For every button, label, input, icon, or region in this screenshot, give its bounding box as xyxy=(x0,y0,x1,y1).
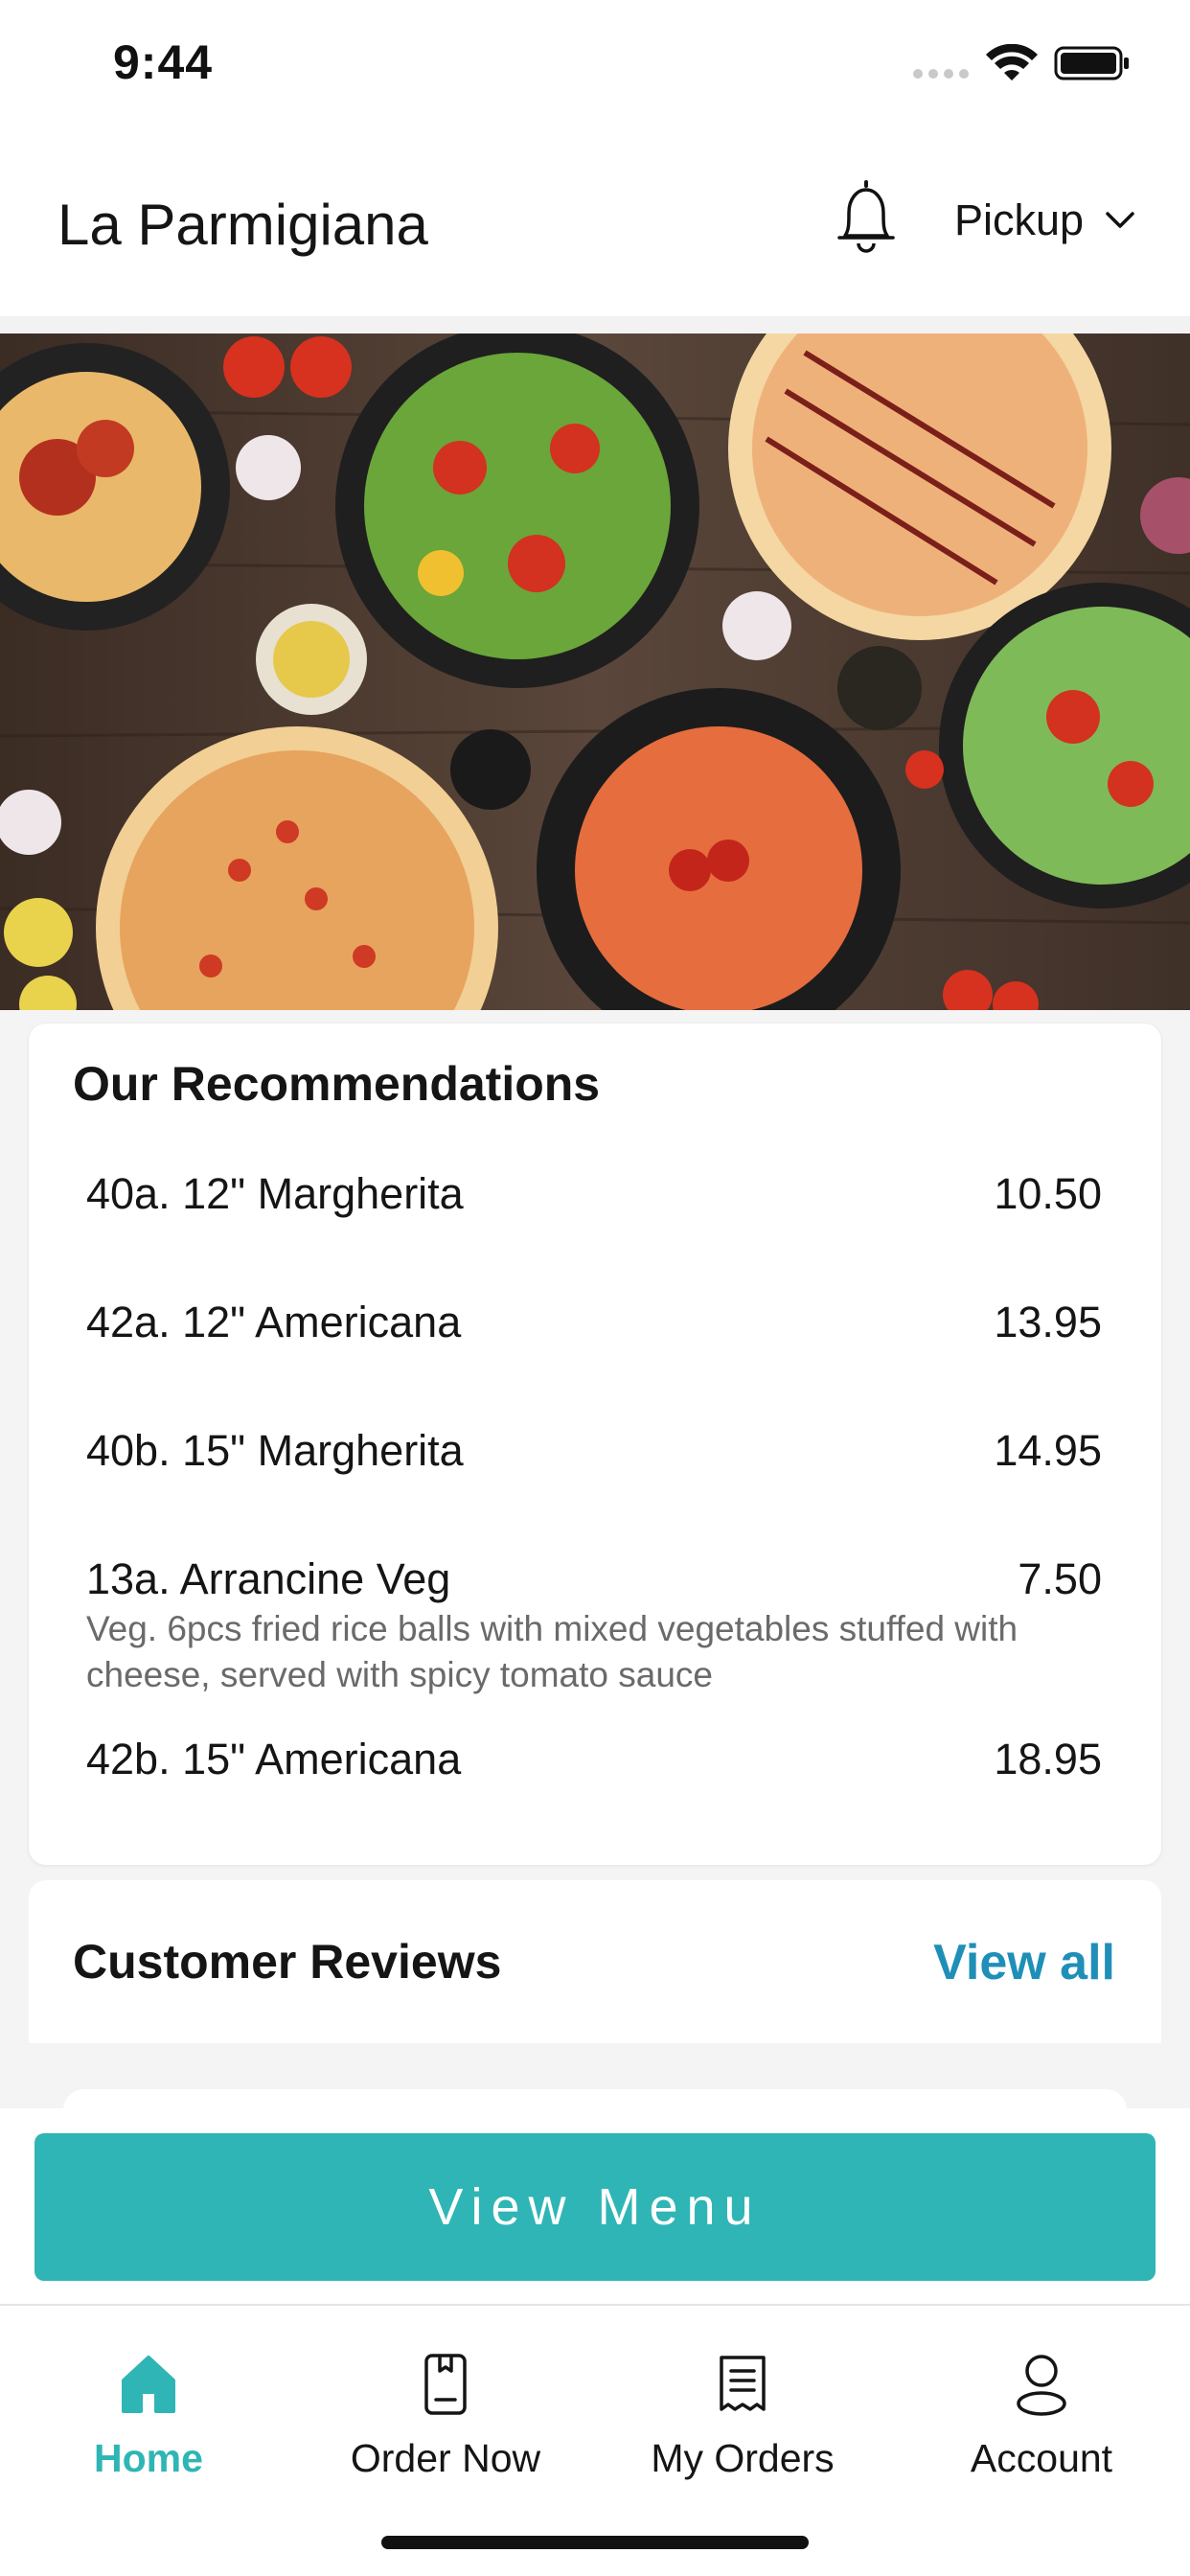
menu-item[interactable]: 40b. 15" Margherita 14.95 xyxy=(86,1426,1102,1484)
view-menu-label: View Menu xyxy=(428,2178,762,2236)
menu-item[interactable]: 40a. 12" Margherita 10.50 xyxy=(86,1169,1102,1227)
nav-item-home[interactable]: Home xyxy=(34,2352,263,2496)
restaurant-title: La Parmigiana xyxy=(57,193,428,257)
wifi-icon xyxy=(986,44,1038,80)
chevron-down-icon xyxy=(1106,212,1134,228)
menu-item[interactable]: 42b. 15" Americana 18.95 xyxy=(86,1735,1102,1792)
menu-item-name: 42b. 15" Americana xyxy=(86,1735,462,1783)
cta-area: View Menu xyxy=(0,2108,1190,2304)
menu-item-name: 13a. Arrancine Veg xyxy=(86,1554,451,1603)
menu-item-price: 7.50 xyxy=(1018,1554,1102,1603)
order-mode-dropdown[interactable]: Pickup xyxy=(954,196,1135,245)
battery-icon xyxy=(1054,46,1129,80)
header-divider xyxy=(0,316,1190,334)
view-all-reviews-link[interactable]: View all xyxy=(933,1934,1115,1991)
customer-reviews-card: Customer Reviews View all xyxy=(29,1880,1161,2043)
reviews-title: Customer Reviews xyxy=(73,1935,502,1989)
menu-item-name: 42a. 12" Americana xyxy=(86,1298,462,1346)
status-bar: 9:44 xyxy=(0,0,1190,134)
menu-item-price: 10.50 xyxy=(994,1169,1102,1218)
menu-item-price: 18.95 xyxy=(994,1735,1102,1783)
nav-item-account[interactable]: Account xyxy=(927,2352,1156,2496)
recommendations-card: Our Recommendations 40a. 12" Margherita … xyxy=(29,1024,1161,1865)
menu-item[interactable]: 42a. 12" Americana 13.95 xyxy=(86,1298,1102,1355)
nav-item-my-orders[interactable]: My Orders xyxy=(628,2352,858,2496)
home-indicator xyxy=(381,2536,809,2549)
bell-icon[interactable] xyxy=(834,180,899,257)
signal-icon xyxy=(913,69,969,79)
nav-label-my-orders: My Orders xyxy=(651,2436,835,2480)
nav-label-account: Account xyxy=(970,2436,1113,2480)
nav-label-home: Home xyxy=(94,2436,203,2480)
menu-item[interactable]: 13a. Arrancine Veg 7.50 Veg. 6pcs fried … xyxy=(86,1554,1102,1708)
nav-label-order-now: Order Now xyxy=(350,2436,541,2480)
order-mode-label: Pickup xyxy=(954,196,1085,244)
view-menu-button[interactable]: View Menu xyxy=(34,2133,1156,2281)
menu-item-price: 14.95 xyxy=(994,1426,1102,1475)
order-icon xyxy=(424,2354,467,2415)
status-time: 9:44 xyxy=(113,35,214,89)
receipt-icon xyxy=(720,2356,766,2411)
app-header: La Parmigiana Pickup xyxy=(0,134,1190,316)
menu-item-description: Veg. 6pcs fried rice balls with mixed ve… xyxy=(86,1609,1018,1694)
hero-food-image xyxy=(0,334,1190,1010)
menu-item-name: 40a. 12" Margherita xyxy=(86,1169,464,1218)
home-icon xyxy=(122,2356,175,2413)
menu-item-name: 40b. 15" Margherita xyxy=(86,1426,464,1475)
nav-item-order-now[interactable]: Order Now xyxy=(331,2352,561,2496)
food-banner-image xyxy=(0,334,1190,1010)
app-screen: 9:44 La Parmigiana Pickup Our Recommenda… xyxy=(0,0,1190,2576)
user-icon xyxy=(1017,2355,1066,2416)
menu-item-price: 13.95 xyxy=(994,1298,1102,1346)
recommendations-title: Our Recommendations xyxy=(73,1057,601,1111)
